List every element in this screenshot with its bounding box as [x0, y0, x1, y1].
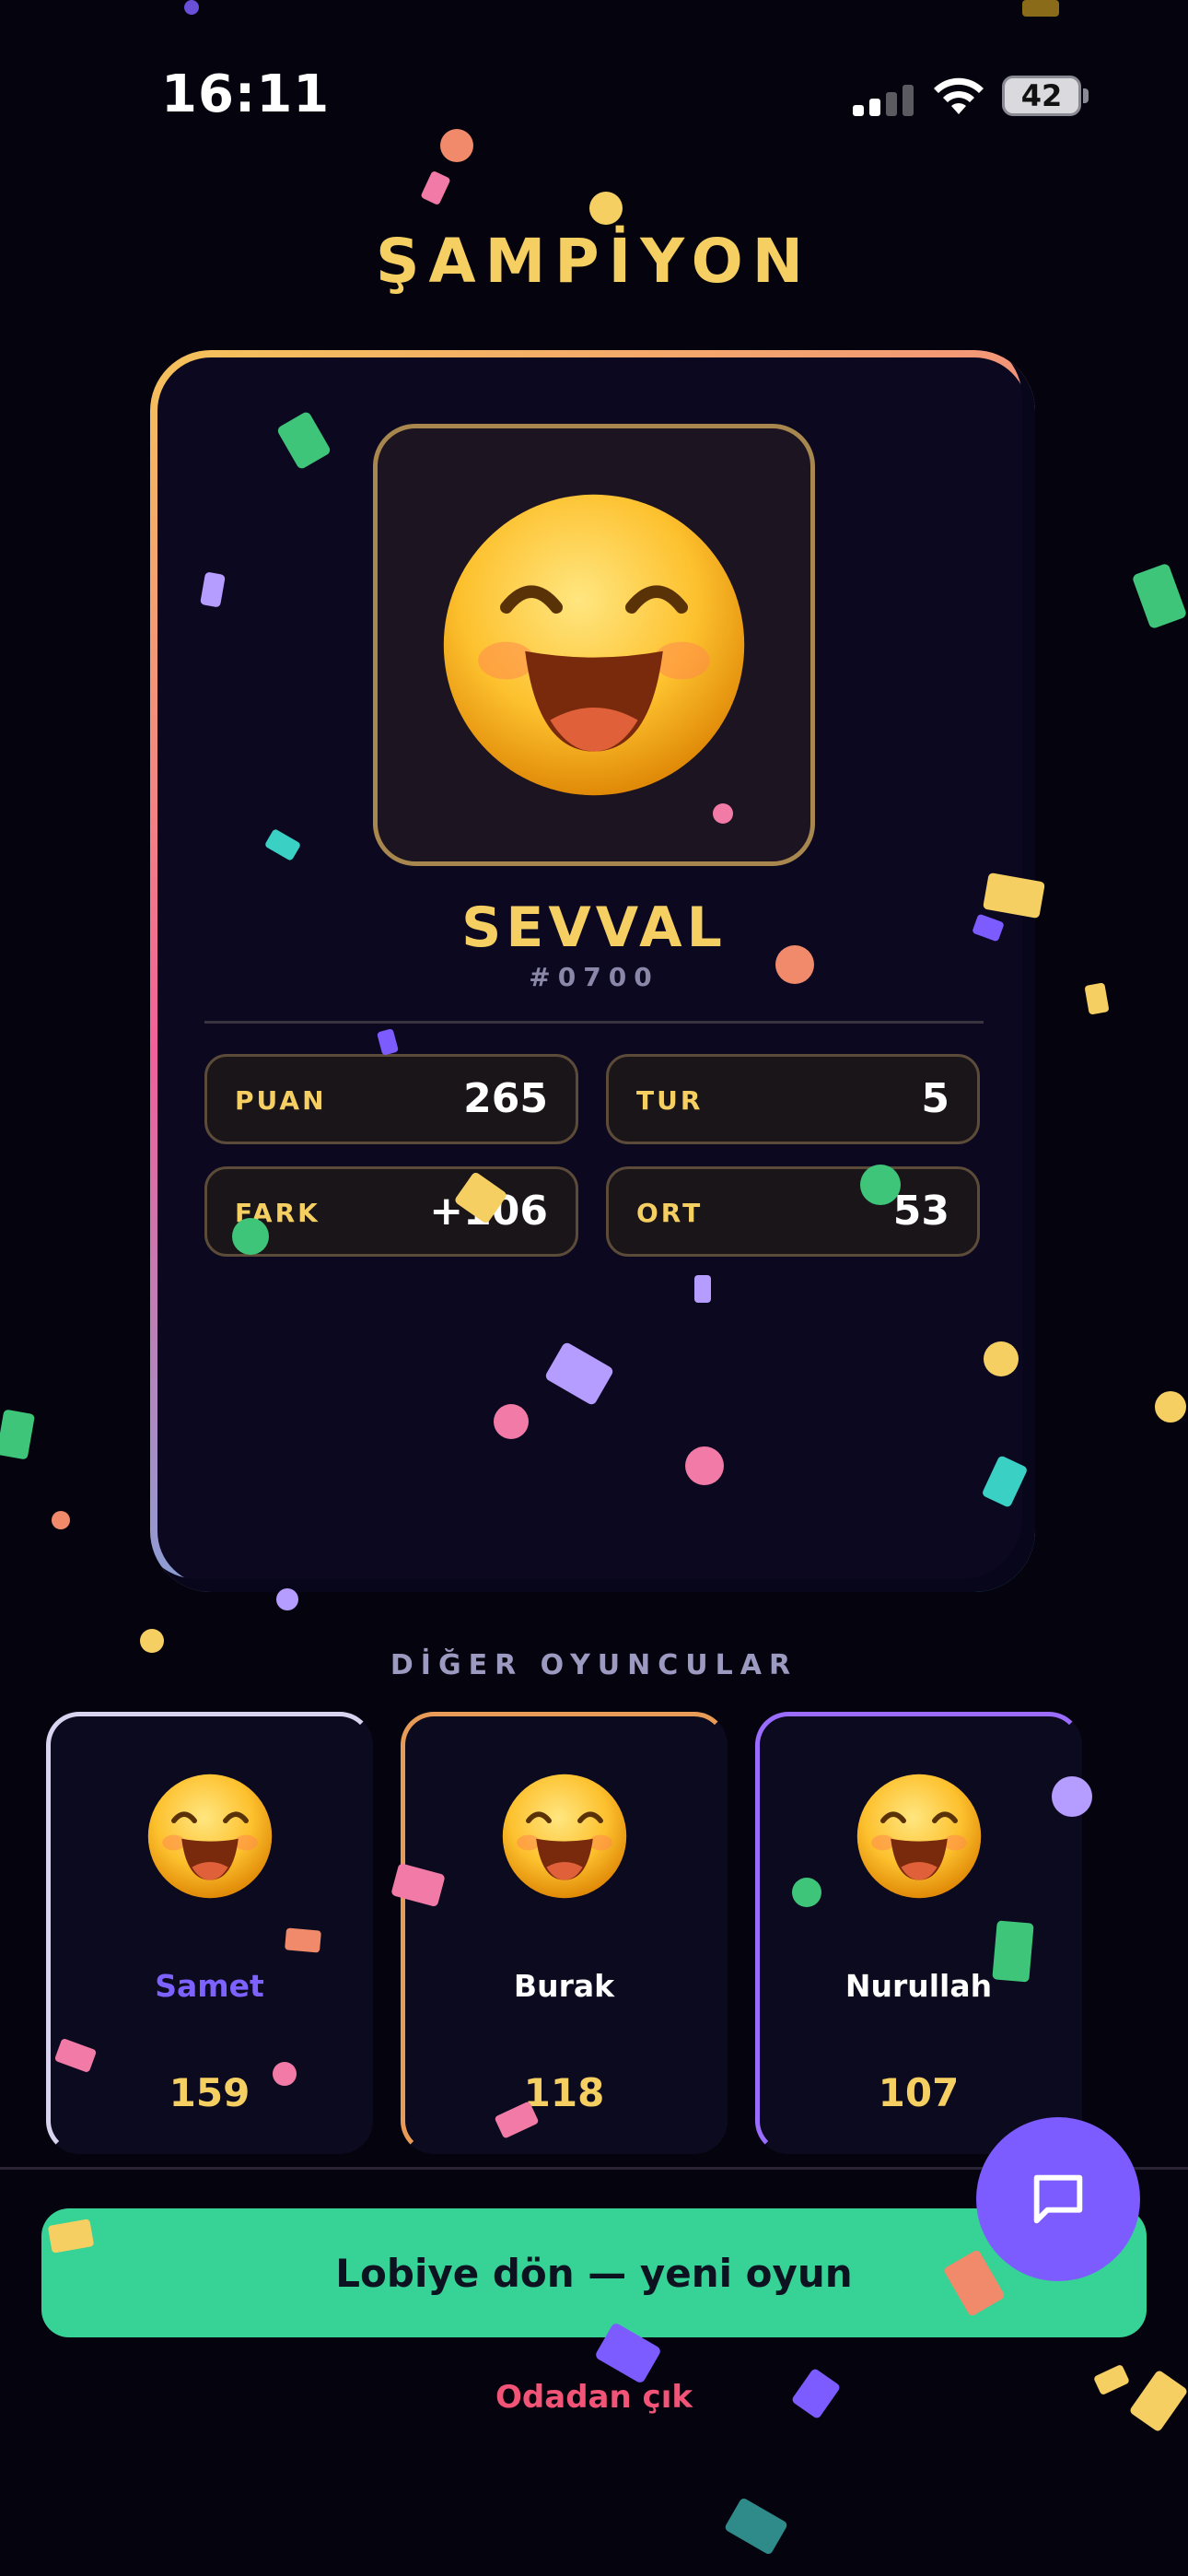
stat-value: 265 — [463, 1075, 548, 1122]
stat-label: ORT — [636, 1198, 704, 1228]
player-name: Burak — [513, 1968, 615, 2004]
player-card-samet[interactable]: Samet 159 — [46, 1712, 373, 2154]
confetti-piece — [792, 1878, 821, 1907]
stat-puan: PUAN 265 — [204, 1054, 578, 1144]
stat-ort: ORT 53 — [606, 1166, 980, 1257]
grinning-face-icon — [443, 494, 745, 796]
confetti-piece — [1155, 1391, 1186, 1423]
confetti-piece — [184, 0, 199, 15]
battery-icon: 42 — [1002, 76, 1081, 116]
confetti-piece — [1022, 0, 1059, 17]
grinning-face-icon — [405, 1772, 723, 1901]
stat-value: 5 — [921, 1075, 949, 1122]
confetti-piece — [440, 129, 473, 162]
status-time: 16:11 — [161, 64, 331, 124]
confetti-piece — [694, 1275, 711, 1303]
confetti-piece — [273, 2062, 297, 2086]
confetti-piece — [140, 1629, 164, 1653]
battery-level: 42 — [1020, 78, 1063, 113]
stat-label: TUR — [636, 1085, 704, 1116]
confetti-piece — [420, 170, 451, 206]
player-score: 107 — [878, 2070, 960, 2115]
player-score: 118 — [523, 2070, 605, 2115]
confetti-piece — [713, 803, 733, 824]
confetti-piece — [1052, 1776, 1092, 1817]
champion-avatar — [373, 424, 815, 866]
player-card-burak[interactable]: Burak 118 — [401, 1712, 728, 2154]
confetti-piece — [0, 1409, 36, 1460]
confetti-piece — [984, 1341, 1019, 1376]
confetti-piece — [276, 1588, 298, 1610]
champion-tag: #0700 — [529, 962, 659, 992]
stat-label: PUAN — [235, 1085, 327, 1116]
confetti-piece — [860, 1165, 901, 1205]
confetti-piece — [992, 1920, 1034, 1983]
confetti-piece — [589, 192, 623, 225]
battery-tip — [1083, 88, 1089, 103]
chat-bubble-icon — [1033, 2174, 1083, 2224]
wifi-icon — [934, 77, 984, 114]
player-name: Samet — [155, 1968, 264, 2004]
leave-room-link[interactable]: Odadan çık — [0, 2379, 1188, 2416]
confetti-piece — [52, 1511, 70, 1529]
page-title: ŞAMPİYON — [375, 226, 812, 297]
player-score: 159 — [169, 2070, 250, 2115]
confetti-piece — [685, 1446, 724, 1485]
confetti-piece — [494, 1404, 529, 1439]
other-players-heading: DİĞER OYUNCULAR — [390, 1649, 798, 1681]
chat-button[interactable] — [976, 2117, 1140, 2281]
player-name: Nurullah — [844, 1968, 993, 2004]
confetti-piece — [285, 1927, 321, 1953]
stat-tur: TUR 5 — [606, 1054, 980, 1144]
confetti-piece — [1131, 562, 1188, 630]
confetti-piece — [232, 1218, 269, 1255]
grinning-face-icon — [51, 1772, 368, 1901]
confetti-piece — [723, 2497, 789, 2556]
confetti-piece — [775, 945, 814, 984]
cellular-signal-icon — [853, 85, 915, 116]
divider — [204, 1021, 984, 1024]
stat-value: 53 — [892, 1188, 949, 1235]
